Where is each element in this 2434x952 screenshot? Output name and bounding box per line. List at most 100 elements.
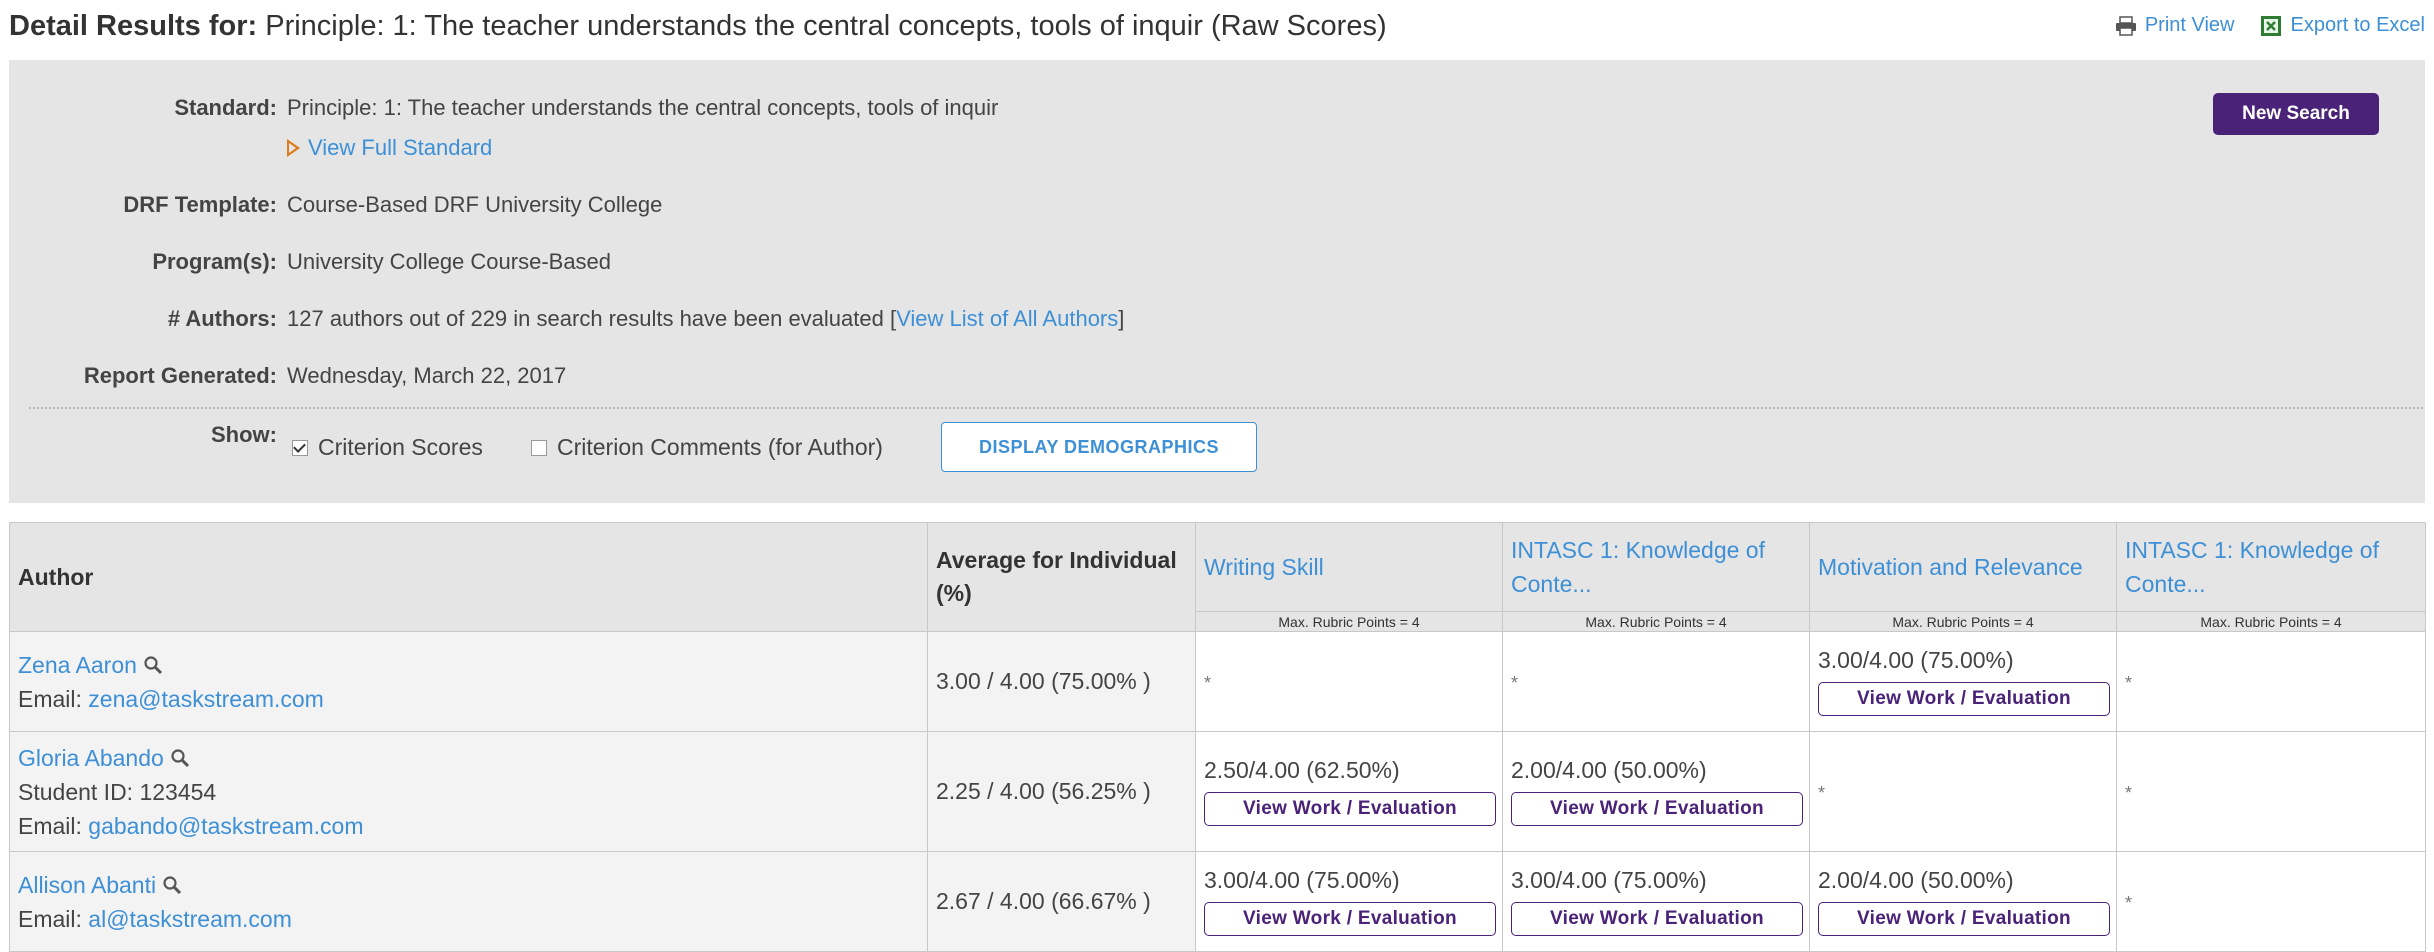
email-label: Email: bbox=[18, 905, 89, 932]
empty-score-mark: * bbox=[1204, 673, 1212, 693]
criterion-header-writing-skill[interactable]: Writing Skill bbox=[1195, 522, 1503, 612]
magnifier-icon[interactable] bbox=[170, 748, 190, 768]
standard-label: Standard: bbox=[174, 95, 277, 120]
magnifier-icon[interactable] bbox=[162, 875, 182, 895]
view-all-authors-link[interactable]: View List of All Authors bbox=[896, 306, 1118, 331]
criterion-scores-checkbox[interactable] bbox=[292, 440, 308, 456]
empty-score-mark: * bbox=[2125, 783, 2133, 803]
results-table: Author Average for Individual (%) Writin… bbox=[9, 522, 2426, 952]
score-value: 3.00/4.00 (75.00%) bbox=[1818, 647, 2014, 673]
view-work-evaluation-button[interactable]: View Work / Evaluation bbox=[1204, 902, 1496, 936]
view-work-evaluation-button[interactable]: View Work / Evaluation bbox=[1204, 792, 1496, 826]
authors-row: # Authors: 127 authors out of 229 in sea… bbox=[9, 306, 2425, 346]
score-value: 3.00/4.00 (75.00%) bbox=[1511, 867, 1707, 893]
criterion-comments-option[interactable]: Criterion Comments (for Author) bbox=[531, 434, 883, 461]
display-demographics-button[interactable]: DISPLAY DEMOGRAPHICS bbox=[941, 422, 1257, 472]
printer-icon bbox=[2115, 15, 2136, 36]
max-points-label: Max. Rubric Points = 4 bbox=[1502, 611, 1810, 632]
average-cell: 2.67 / 4.00 (66.67% ) bbox=[927, 851, 1196, 952]
show-row: Show: Criterion Scores Criterion Comment… bbox=[9, 422, 2425, 472]
empty-score-mark: * bbox=[2125, 893, 2133, 913]
author-cell: Allison Abanti Email: al@taskstream.com bbox=[9, 851, 928, 952]
authors-value: 127 authors out of 229 in search results… bbox=[287, 306, 1124, 332]
view-work-evaluation-button[interactable]: View Work / Evaluation bbox=[1818, 902, 2110, 936]
export-excel-label: Export to Excel bbox=[2290, 14, 2425, 36]
empty-score-mark: * bbox=[1511, 673, 1519, 693]
score-cell: 3.00/4.00 (75.00%) View Work / Evaluatio… bbox=[1195, 851, 1503, 952]
generated-value: Wednesday, March 22, 2017 bbox=[287, 363, 567, 388]
criterion-header-intasc-1[interactable]: INTASC 1: Knowledge of Conte... bbox=[1502, 522, 1810, 612]
score-cell: 3.00/4.00 (75.00%) View Work / Evaluatio… bbox=[1809, 631, 2117, 732]
score-cell: * bbox=[2116, 731, 2426, 852]
criterion-comments-checkbox[interactable] bbox=[531, 440, 547, 456]
score-cell: * bbox=[1502, 631, 1810, 732]
programs-value: University College Course-Based bbox=[287, 249, 612, 274]
average-cell: 2.25 / 4.00 (56.25% ) bbox=[927, 731, 1196, 852]
score-cell: 2.50/4.00 (62.50%) View Work / Evaluatio… bbox=[1195, 731, 1503, 852]
author-name-link[interactable]: Zena Aaron bbox=[18, 652, 137, 678]
authors-close-bracket: ] bbox=[1118, 306, 1125, 331]
page-title-prefix: Detail Results for: bbox=[9, 10, 258, 42]
author-column-header: Author bbox=[9, 522, 928, 632]
programs-label: Program(s): bbox=[152, 249, 277, 274]
criterion-header-motivation[interactable]: Motivation and Relevance bbox=[1809, 522, 2117, 612]
print-view-label: Print View bbox=[2144, 14, 2235, 36]
report-page: Detail Results for: Principle: 1: The te… bbox=[0, 0, 2434, 952]
view-work-evaluation-button[interactable]: View Work / Evaluation bbox=[1818, 682, 2110, 716]
magnifier-icon[interactable] bbox=[143, 655, 163, 675]
generated-label: Report Generated: bbox=[83, 363, 277, 388]
template-label: DRF Template: bbox=[123, 192, 277, 217]
score-cell: * bbox=[2116, 631, 2426, 732]
max-points-label: Max. Rubric Points = 4 bbox=[1809, 611, 2117, 632]
empty-score-mark: * bbox=[2125, 673, 2133, 693]
view-full-standard-row: View Full Standard bbox=[9, 135, 2425, 175]
standard-row: Standard: Principle: 1: The teacher unde… bbox=[9, 95, 2425, 135]
print-view-link[interactable]: Print View bbox=[2115, 14, 2235, 37]
criterion-scores-label: Criterion Scores bbox=[318, 434, 483, 460]
export-excel-link[interactable]: Export to Excel bbox=[2260, 14, 2425, 37]
student-id: Student ID: 123454 bbox=[18, 778, 217, 805]
empty-score-mark: * bbox=[1818, 783, 1826, 803]
table-row: Zena Aaron Email: zena@taskstream.com 3.… bbox=[9, 631, 2426, 732]
view-full-standard-link[interactable]: View Full Standard bbox=[287, 135, 492, 161]
table-header-row: Author Average for Individual (%) Writin… bbox=[9, 522, 2426, 632]
average-cell: 3.00 / 4.00 (75.00% ) bbox=[927, 631, 1196, 732]
score-cell: 2.00/4.00 (50.00%) View Work / Evaluatio… bbox=[1502, 731, 1810, 852]
author-name-link[interactable]: Gloria Abando bbox=[18, 745, 164, 771]
authors-label: # Authors: bbox=[167, 306, 277, 331]
view-work-evaluation-button[interactable]: View Work / Evaluation bbox=[1511, 792, 1803, 826]
score-value: 2.50/4.00 (62.50%) bbox=[1204, 757, 1400, 783]
table-row: Allison Abanti Email: al@taskstream.com … bbox=[9, 851, 2426, 952]
table-row: Gloria Abando Student ID: 123454 Email: … bbox=[9, 731, 2426, 852]
view-work-evaluation-button[interactable]: View Work / Evaluation bbox=[1511, 902, 1803, 936]
email-label: Email: bbox=[18, 685, 89, 712]
top-links: Print View Export to Excel bbox=[2115, 14, 2425, 37]
criterion-comments-label: Criterion Comments (for Author) bbox=[557, 434, 883, 460]
view-full-standard-label: View Full Standard bbox=[308, 135, 493, 160]
score-cell: * bbox=[2116, 851, 2426, 952]
criterion-header-intasc-1-b[interactable]: INTASC 1: Knowledge of Conte... bbox=[2116, 522, 2426, 612]
score-value: 2.00/4.00 (50.00%) bbox=[1818, 867, 2014, 893]
max-points-label: Max. Rubric Points = 4 bbox=[1195, 611, 1503, 632]
author-name-link[interactable]: Allison Abanti bbox=[18, 872, 156, 898]
standard-value: Principle: 1: The teacher understands th… bbox=[287, 95, 999, 120]
author-email-link[interactable]: gabando@taskstream.com bbox=[88, 813, 363, 839]
author-email-link[interactable]: al@taskstream.com bbox=[88, 906, 292, 932]
email-label: Email: bbox=[18, 812, 89, 839]
programs-row: Program(s): University College Course-Ba… bbox=[9, 249, 2425, 289]
page-title-text: Principle: 1: The teacher understands th… bbox=[257, 10, 1387, 42]
criterion-scores-option[interactable]: Criterion Scores bbox=[292, 434, 483, 461]
panel-divider bbox=[29, 407, 2423, 409]
authors-count-text: 127 authors out of 229 in search results… bbox=[287, 306, 897, 331]
score-cell: 2.00/4.00 (50.00%) View Work / Evaluatio… bbox=[1809, 851, 2117, 952]
score-cell: * bbox=[1809, 731, 2117, 852]
score-value: 2.00/4.00 (50.00%) bbox=[1511, 757, 1707, 783]
report-header: Detail Results for: Principle: 1: The te… bbox=[9, 8, 2425, 52]
template-value: Course-Based DRF University College bbox=[287, 192, 663, 217]
score-value: 3.00/4.00 (75.00%) bbox=[1204, 867, 1400, 893]
template-row: DRF Template: Course-Based DRF Universit… bbox=[9, 192, 2425, 232]
author-email-link[interactable]: zena@taskstream.com bbox=[88, 686, 324, 712]
author-cell: Zena Aaron Email: zena@taskstream.com bbox=[9, 631, 928, 732]
excel-icon bbox=[2261, 15, 2282, 36]
average-column-header: Average for Individual (%) bbox=[927, 522, 1196, 632]
